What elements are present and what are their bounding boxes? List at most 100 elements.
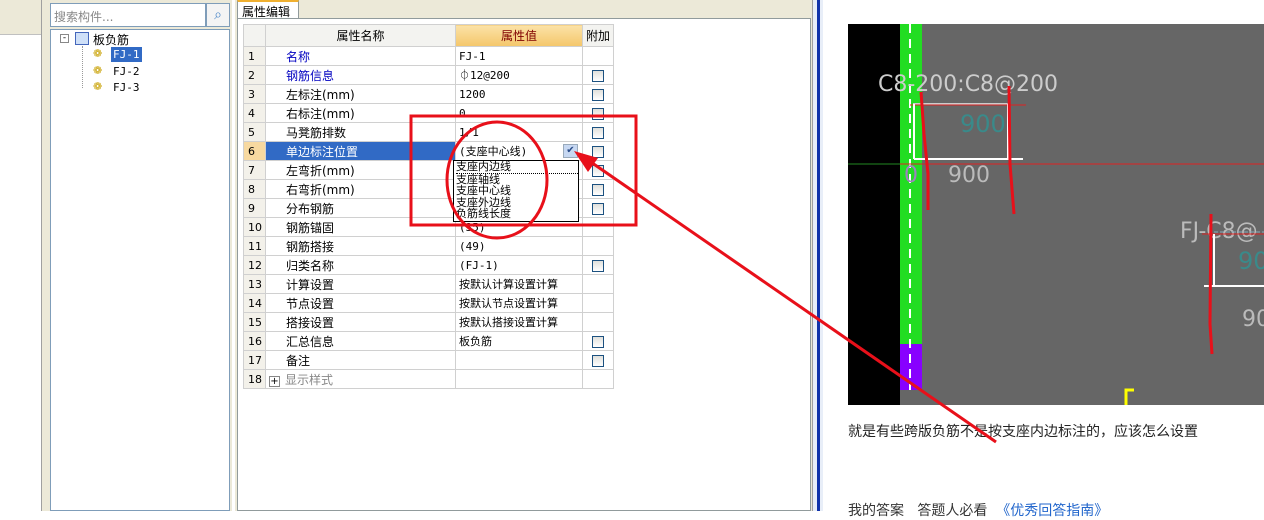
expand-icon[interactable]: +	[269, 375, 280, 387]
tree-item-fj-1[interactable]: FJ-1	[111, 47, 142, 62]
extra-checkbox[interactable]	[592, 126, 604, 139]
table-row[interactable]: 15 搭接设置 按默认搭接设置计算	[243, 312, 615, 332]
property-name-label: 节点设置	[286, 296, 335, 311]
property-name[interactable]: 右弯折(mm)	[265, 179, 456, 199]
extra-cell	[581, 255, 615, 275]
property-value[interactable]: 1200	[455, 84, 583, 104]
table-row[interactable]: 18 + 显示样式	[243, 369, 615, 389]
my-answer-label: 我的答案	[848, 503, 904, 519]
property-value[interactable]: 1/1	[455, 122, 583, 142]
extra-cell	[581, 46, 615, 66]
property-name[interactable]: 马凳筋排数	[265, 122, 456, 142]
property-value[interactable]: 0	[455, 103, 583, 123]
answer-bar: 我的答案 答题人必看 《优秀回答指南》	[848, 500, 1108, 520]
dropdown-option[interactable]: 支座中心线	[456, 185, 578, 197]
property-name[interactable]: 备注	[265, 350, 456, 370]
row-number: 5	[243, 122, 266, 142]
property-name[interactable]: 汇总信息	[265, 331, 456, 351]
property-name-label: 计算设置	[286, 277, 335, 292]
extra-cell	[581, 217, 615, 237]
property-value[interactable]: 按默认计算设置计算	[455, 274, 583, 294]
property-name[interactable]: 钢筋锚固	[265, 217, 456, 237]
property-name[interactable]: 搭接设置	[265, 312, 456, 332]
dropdown-option[interactable]: 负筋线长度	[456, 208, 578, 220]
property-value[interactable]: (49)	[455, 236, 583, 256]
extra-checkbox[interactable]	[592, 202, 604, 215]
notice-label: 答题人必看	[917, 503, 988, 519]
table-row[interactable]: 14 节点设置 按默认节点设置计算	[243, 293, 615, 313]
component-tree-panel: 搜索构件... ⌕ - 板负筋 ❁ FJ-1 ❁ FJ-2 ❁ FJ-3	[48, 0, 232, 511]
tree-line	[82, 46, 83, 88]
table-row[interactable]: 5 马凳筋排数 1/1	[243, 122, 615, 142]
extra-checkbox[interactable]	[592, 183, 604, 196]
extra-cell	[581, 331, 615, 351]
extra-checkbox[interactable]	[592, 69, 604, 82]
property-name-label: 右弯折(mm)	[286, 182, 355, 197]
extra-checkbox[interactable]	[592, 354, 604, 367]
property-value[interactable]: 按默认搭接设置计算	[455, 312, 583, 332]
left-panel	[0, 0, 42, 511]
extra-cell	[581, 65, 615, 85]
search-icon[interactable]: ⌕	[206, 3, 230, 27]
extra-checkbox[interactable]	[592, 88, 604, 101]
guide-link[interactable]: 《优秀回答指南》	[996, 503, 1108, 519]
position-dropdown-list: 支座内边线 支座轴线 支座中心线 支座外边线 负筋线长度	[453, 160, 579, 222]
extra-cell	[581, 236, 615, 256]
collapse-icon[interactable]: -	[60, 34, 69, 43]
search-input[interactable]: 搜索构件...	[50, 3, 206, 27]
table-row[interactable]: 2 钢筋信息 ⏀12@200	[243, 65, 615, 85]
table-row[interactable]: 13 计算设置 按默认计算设置计算	[243, 274, 615, 294]
property-value[interactable]: FJ-1	[455, 46, 583, 66]
table-row[interactable]: 4 右标注(mm) 0	[243, 103, 615, 123]
property-value[interactable]: 按默认节点设置计算	[455, 293, 583, 313]
property-name[interactable]: + 显示样式	[265, 369, 456, 389]
extra-checkbox[interactable]	[592, 145, 604, 158]
table-row[interactable]: 16 汇总信息 板负筋	[243, 331, 615, 351]
property-name[interactable]: 计算设置	[265, 274, 456, 294]
property-name[interactable]: 右标注(mm)	[265, 103, 456, 123]
property-name[interactable]: 左弯折(mm)	[265, 160, 456, 180]
table-row[interactable]: 3 左标注(mm) 1200	[243, 84, 615, 104]
left-panel-toolbar	[0, 0, 41, 35]
extra-checkbox[interactable]	[592, 107, 604, 120]
tree-item-fj-3[interactable]: FJ-3	[111, 80, 142, 95]
dropdown-option[interactable]: 支座内边线	[456, 161, 578, 174]
extra-cell	[581, 198, 615, 218]
tree-root[interactable]: 板负筋	[93, 31, 129, 48]
property-name[interactable]: 名称	[265, 46, 456, 66]
property-value[interactable]: ⏀12@200	[455, 65, 583, 85]
extra-cell	[581, 103, 615, 123]
row-number: 17	[243, 350, 266, 370]
extra-cell	[581, 84, 615, 104]
property-name[interactable]: 左标注(mm)	[265, 84, 456, 104]
chevron-down-icon[interactable]: ✔	[563, 144, 578, 158]
extra-checkbox[interactable]	[592, 164, 604, 177]
extra-checkbox[interactable]	[592, 335, 604, 348]
row-number: 12	[243, 255, 266, 275]
property-value[interactable]: 板负筋	[455, 331, 583, 351]
table-row[interactable]: 17 备注	[243, 350, 615, 370]
property-name[interactable]: 钢筋搭接	[265, 236, 456, 256]
table-row[interactable]: 6 单边标注位置 (支座中心线)	[243, 141, 615, 161]
tree-item-fj-2[interactable]: FJ-2	[111, 64, 142, 79]
property-name-label: 左弯折(mm)	[286, 163, 355, 178]
property-name[interactable]: 钢筋信息	[265, 65, 456, 85]
property-panel: 属性编辑 属性名称 属性值 附加 1 名称 FJ-1 2 钢筋信息 ⏀12@200 3 左标注…	[235, 0, 813, 511]
tab-property-edit[interactable]: 属性编辑	[237, 0, 299, 19]
question-text: 就是有些跨版负筋不是按支座内边标注的，应该怎么设置	[848, 424, 1198, 440]
component-icon: ❁	[93, 47, 103, 60]
property-name-label: 汇总信息	[286, 334, 335, 349]
property-name[interactable]: 单边标注位置	[265, 141, 456, 161]
extra-checkbox[interactable]	[592, 259, 604, 272]
cad-dim-right-bottom: 90	[1242, 307, 1264, 332]
property-name[interactable]: 节点设置	[265, 293, 456, 313]
property-name[interactable]: 分布钢筋	[265, 198, 456, 218]
property-value[interactable]: (FJ-1)	[455, 255, 583, 275]
table-row[interactable]: 1 名称 FJ-1	[243, 46, 615, 66]
column-purple	[900, 344, 922, 390]
property-name[interactable]: 归类名称	[265, 255, 456, 275]
property-value[interactable]	[455, 350, 583, 370]
property-value[interactable]	[455, 369, 583, 389]
table-row[interactable]: 12 归类名称 (FJ-1)	[243, 255, 615, 275]
table-row[interactable]: 11 钢筋搭接 (49)	[243, 236, 615, 256]
